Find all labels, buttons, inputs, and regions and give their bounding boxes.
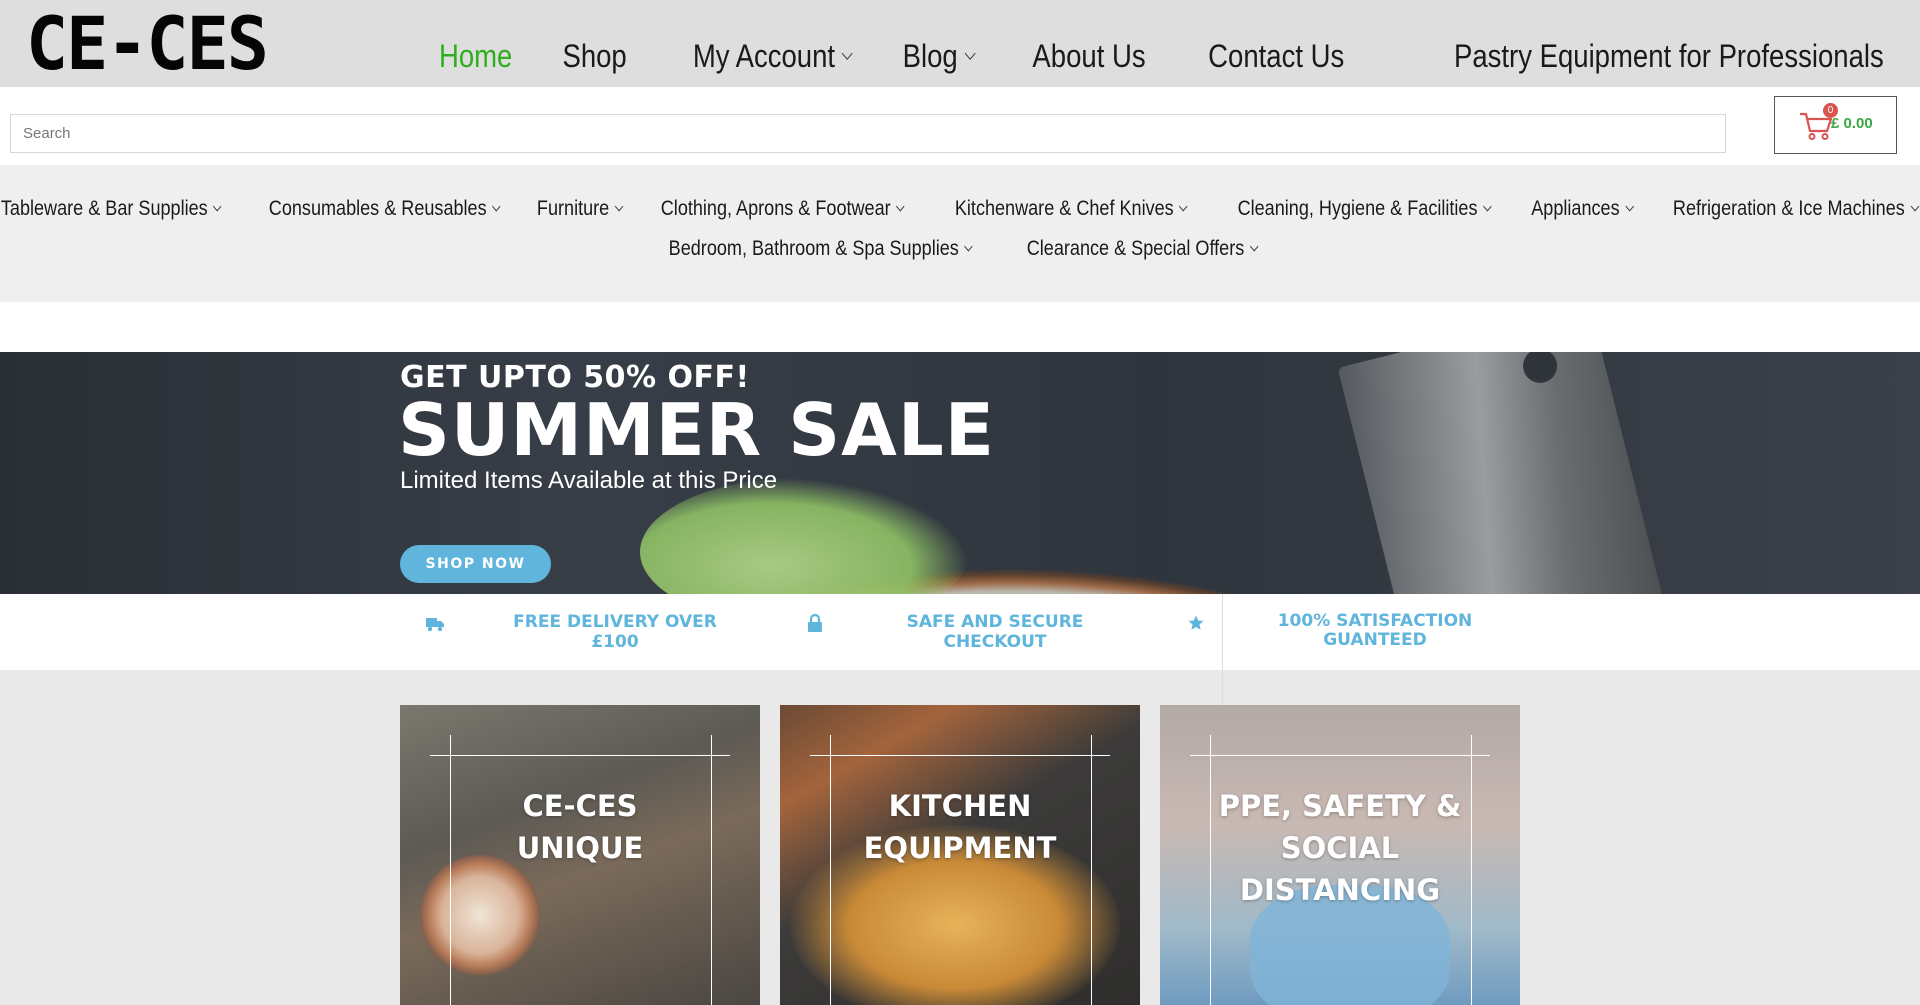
search-box bbox=[10, 114, 1749, 153]
top-header: CE-CES Home Shop My Account Blog About U… bbox=[0, 0, 1920, 87]
tile-label: PPE, SAFETY & SOCIAL DISTANCING bbox=[1218, 789, 1462, 907]
lock-icon bbox=[808, 613, 822, 632]
nav-home-label: Home bbox=[438, 38, 513, 74]
tile-frame-line bbox=[430, 755, 730, 756]
site-logo[interactable]: CE-CES bbox=[26, 7, 269, 80]
category-label: Consumables & Reusables bbox=[268, 197, 487, 220]
search-row bbox=[0, 87, 1920, 165]
category-furniture[interactable]: Furniture bbox=[537, 197, 624, 221]
nav-contact-us-label: Contact Us bbox=[1208, 38, 1345, 74]
tile-frame bbox=[830, 735, 1092, 1005]
category-consumables[interactable]: Consumables & Reusables bbox=[268, 197, 501, 221]
category-bedroom-bathroom[interactable]: Bedroom, Bathroom & Spa Supplies bbox=[668, 237, 973, 261]
category-clearance[interactable]: Clearance & Special Offers bbox=[1026, 237, 1259, 261]
hero-subtitle: Limited Items Available at this Price bbox=[400, 467, 778, 494]
cart-total: £ 0.00 bbox=[1831, 115, 1873, 132]
cleaver-hole bbox=[1519, 352, 1561, 387]
spacer bbox=[0, 302, 1920, 352]
category-row-1: Tableware & Bar Supplies Consumables & R… bbox=[0, 197, 1920, 221]
tile-kitchen-equipment[interactable]: KITCHEN EQUIPMENT bbox=[780, 705, 1140, 1005]
category-row-2: Bedroom, Bathroom & Spa Supplies Clearan… bbox=[0, 237, 1920, 261]
category-label: Kitchenware & Chef Knives bbox=[954, 197, 1174, 220]
category-cleaning[interactable]: Cleaning, Hygiene & Facilities bbox=[1237, 197, 1492, 221]
category-label: Tableware & Bar Supplies bbox=[0, 197, 208, 220]
star-icon bbox=[1188, 615, 1204, 630]
hero-banner: GET UPTO 50% OFF! SUMMER SALE Limited It… bbox=[0, 352, 1920, 594]
tile-ce-ces-unique[interactable]: CE-CES UNIQUE bbox=[400, 705, 760, 1005]
chevron-down-icon bbox=[964, 46, 976, 60]
tile-frame-line bbox=[810, 755, 1110, 756]
nav-shop-label: Shop bbox=[562, 38, 627, 74]
search-input[interactable] bbox=[11, 115, 1749, 152]
cart-button[interactable]: 0 £ 0.00 bbox=[1774, 96, 1897, 154]
nav-my-account[interactable]: My Account bbox=[692, 36, 853, 76]
nav-contact-us[interactable]: Contact Us bbox=[1208, 36, 1344, 76]
nav-shop[interactable]: Shop bbox=[563, 36, 627, 76]
chevron-down-icon bbox=[212, 201, 222, 211]
chevron-down-icon bbox=[1250, 241, 1259, 251]
chevron-down-icon bbox=[1483, 201, 1492, 211]
chevron-down-icon bbox=[1625, 201, 1634, 211]
nav-blog-label: Blog bbox=[902, 38, 958, 74]
chevron-down-icon bbox=[896, 201, 906, 211]
category-label: Furniture bbox=[537, 197, 610, 220]
nav-blog[interactable]: Blog bbox=[902, 36, 976, 76]
category-label: Appliances bbox=[1531, 197, 1620, 220]
feature-divider bbox=[1222, 594, 1223, 706]
nav-my-account-label: My Account bbox=[692, 38, 835, 74]
feature-free-delivery: FREE DELIVERY OVER £100 bbox=[513, 612, 717, 652]
hero-title: SUMMER SALE bbox=[398, 388, 995, 472]
category-clothing[interactable]: Clothing, Aprons & Footwear bbox=[661, 197, 906, 221]
category-label: Cleaning, Hygiene & Facilities bbox=[1237, 197, 1478, 220]
chevron-down-icon bbox=[841, 46, 853, 60]
nav-pastry-equipment[interactable]: Pastry Equipment for Professionals bbox=[1454, 36, 1884, 76]
nav-about-us-label: About Us bbox=[1032, 38, 1146, 74]
feature-satisfaction: 100% SATISFACTION GUANTEED bbox=[1277, 611, 1473, 650]
nav-home[interactable]: Home bbox=[439, 36, 512, 76]
tile-label: KITCHEN EQUIPMENT bbox=[863, 789, 1057, 865]
features-strip: FREE DELIVERY OVER £100 SAFE AND SECURE … bbox=[0, 594, 1920, 670]
category-refrigeration[interactable]: Refrigeration & Ice Machines bbox=[1672, 197, 1919, 221]
tile-frame-line bbox=[1190, 755, 1490, 756]
shop-now-button[interactable]: SHOP NOW bbox=[400, 545, 551, 583]
truck-icon bbox=[426, 618, 444, 632]
tile-frame bbox=[450, 735, 712, 1005]
chevron-down-icon bbox=[964, 241, 973, 251]
category-navigation: Tableware & Bar Supplies Consumables & R… bbox=[0, 165, 1920, 302]
category-kitchenware[interactable]: Kitchenware & Chef Knives bbox=[954, 197, 1188, 221]
feature-secure-checkout: SAFE AND SECURE CHECKOUT bbox=[906, 612, 1084, 652]
category-appliances[interactable]: Appliances bbox=[1531, 197, 1634, 221]
chevron-down-icon bbox=[1178, 201, 1188, 211]
category-label: Clearance & Special Offers bbox=[1026, 237, 1245, 260]
chevron-down-icon bbox=[492, 201, 501, 211]
main-navigation: Home Shop My Account Blog About Us Conta… bbox=[387, 36, 1884, 76]
nav-pastry-equipment-label: Pastry Equipment for Professionals bbox=[1454, 38, 1884, 74]
tile-ppe-safety[interactable]: PPE, SAFETY & SOCIAL DISTANCING bbox=[1160, 705, 1520, 1005]
category-tableware[interactable]: Tableware & Bar Supplies bbox=[0, 197, 222, 221]
hero-cleaver-image bbox=[1337, 352, 1663, 594]
chevron-down-icon bbox=[615, 201, 624, 211]
chevron-down-icon bbox=[1910, 201, 1919, 211]
category-label: Refrigeration & Ice Machines bbox=[1672, 197, 1905, 220]
tile-label: CE-CES UNIQUE bbox=[516, 789, 644, 865]
category-label: Clothing, Aprons & Footwear bbox=[661, 197, 891, 220]
category-label: Bedroom, Bathroom & Spa Supplies bbox=[668, 237, 959, 260]
nav-about-us[interactable]: About Us bbox=[1033, 36, 1146, 76]
